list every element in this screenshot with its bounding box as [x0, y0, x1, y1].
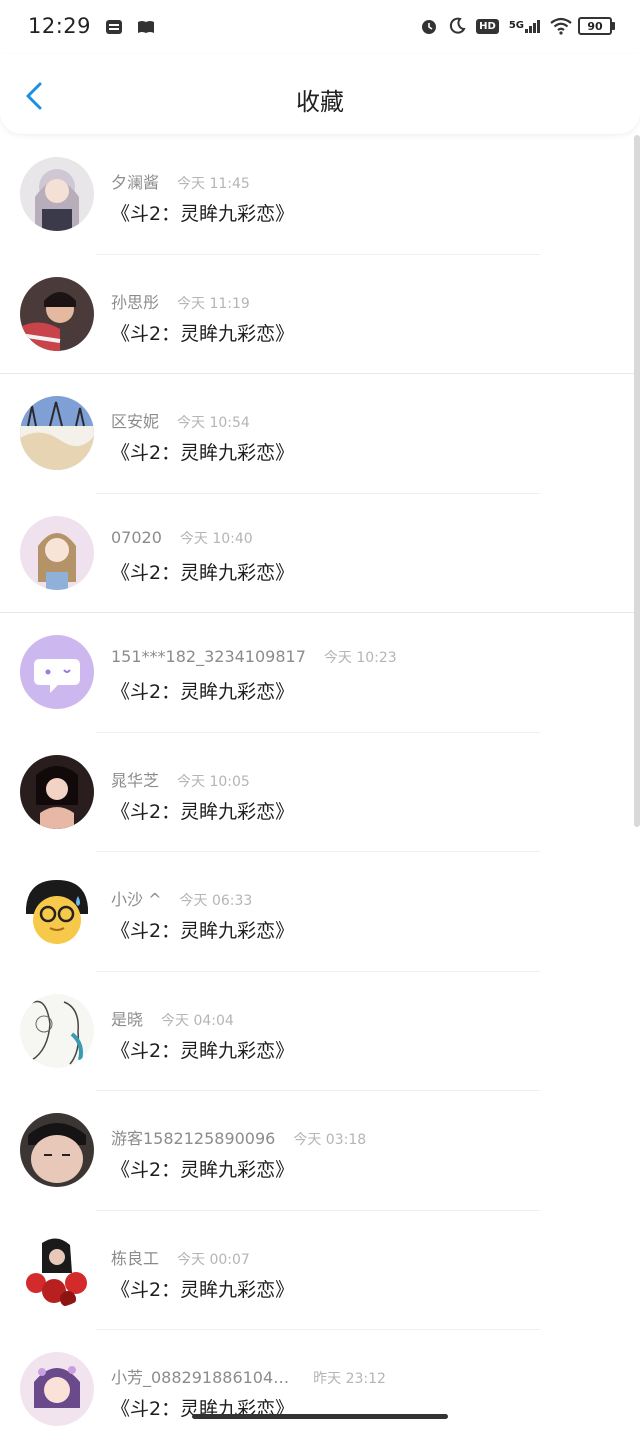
timestamp: 今天 00:07 [177, 1251, 250, 1268]
user-name: 晁华芝 [111, 770, 160, 790]
item-meta: 07020 今天 10:40 [111, 528, 253, 548]
user-name: 07020 [111, 527, 162, 547]
timestamp: 昨天 23:12 [313, 1371, 386, 1387]
timestamp: 今天 10:40 [179, 530, 253, 547]
item-meta: 小芳_088291886104… 昨天 23:12 [111, 1364, 386, 1388]
avatar[interactable] [20, 1352, 94, 1426]
notification-icon [105, 17, 123, 35]
list-item[interactable]: 晁华芝 今天 10:05 《斗2：灵眸九彩恋》 [0, 733, 640, 852]
item-meta: 栋良工 今天 00:07 [111, 1245, 250, 1269]
nav-bar: 收藏 [0, 54, 640, 134]
status-bar: 12:29 HD 5G 90 [0, 0, 640, 52]
wifi-icon [550, 17, 572, 35]
timestamp: 今天 06:33 [179, 893, 253, 909]
avatar[interactable] [20, 874, 94, 948]
alarm-icon [420, 17, 438, 35]
timestamp: 今天 11:19 [177, 295, 250, 312]
avatar[interactable] [20, 1113, 94, 1187]
battery-icon: 90 [578, 17, 615, 35]
user-name: 孙思彤 [111, 292, 160, 312]
user-name: 栋良工 [111, 1248, 160, 1268]
user-name: 是晓 [111, 1009, 144, 1029]
item-content[interactable]: 《斗2：灵眸九彩恋》 [111, 1155, 294, 1182]
avatar[interactable] [20, 157, 94, 231]
item-meta: 晁华芝 今天 10:05 [111, 767, 250, 791]
list-item[interactable]: 游客1582125890096 今天 03:18 《斗2：灵眸九彩恋》 [0, 1091, 640, 1211]
list-item[interactable]: 是晓 今天 04:04 《斗2：灵眸九彩恋》 [0, 972, 640, 1091]
signal-icon: 5G [509, 19, 540, 33]
avatar[interactable] [20, 635, 94, 709]
timestamp: 今天 11:45 [177, 176, 250, 192]
scrollbar[interactable] [634, 135, 640, 827]
list-item[interactable]: 夕澜酱 今天 11:45 《斗2：灵眸九彩恋》 [0, 135, 640, 255]
list-item[interactable]: 07020 今天 10:40 《斗2：灵眸九彩恋》 [0, 494, 640, 613]
list-item[interactable]: 孙思彤 今天 11:19 《斗2：灵眸九彩恋》 [0, 255, 640, 374]
user-name: 夕澜酱 [111, 173, 160, 192]
list-item[interactable]: 栋良工 今天 00:07 《斗2：灵眸九彩恋》 [0, 1211, 640, 1330]
page-title: 收藏 [296, 88, 344, 116]
avatar[interactable] [20, 1232, 94, 1307]
timestamp: 今天 10:23 [323, 650, 397, 666]
timestamp: 今天 04:04 [161, 1012, 234, 1029]
avatar[interactable] [20, 754, 94, 829]
item-content[interactable]: 《斗2：灵眸九彩恋》 [111, 1036, 294, 1063]
item-meta: 是晓 今天 04:04 [111, 1006, 234, 1030]
item-content[interactable]: 《斗2：灵眸九彩恋》 [111, 677, 294, 704]
item-content[interactable]: 《斗2：灵眸九彩恋》 [111, 319, 294, 346]
list-item[interactable]: 小沙 ^ 今天 06:33 《斗2：灵眸九彩恋》 [0, 852, 640, 972]
user-name: 151***182_3234109817 [111, 647, 306, 666]
user-name: 游客1582125890096 [111, 1129, 276, 1148]
item-content[interactable]: 《斗2：灵眸九彩恋》 [111, 1275, 294, 1302]
book-icon [137, 17, 155, 35]
item-meta: 151***182_3234109817 今天 10:23 [111, 647, 397, 667]
item-content[interactable]: 《斗2：灵眸九彩恋》 [111, 199, 294, 226]
avatar[interactable] [20, 515, 94, 590]
list-item[interactable]: 小芳_088291886104… 昨天 23:12 《斗2：灵眸九彩恋》 [0, 1330, 640, 1450]
avatar[interactable] [20, 276, 94, 351]
item-meta: 夕澜酱 今天 11:45 [111, 169, 250, 193]
status-time: 12:29 [28, 14, 92, 38]
hd-icon: HD [476, 18, 499, 34]
user-name: 小芳_088291886104… [111, 1368, 290, 1387]
user-name: 小沙 ^ [111, 890, 162, 909]
item-content[interactable]: 《斗2：灵眸九彩恋》 [111, 797, 294, 824]
list-item[interactable]: 151***182_3234109817 今天 10:23 《斗2：灵眸九彩恋》 [0, 613, 640, 733]
item-content[interactable]: 《斗2：灵眸九彩恋》 [111, 558, 294, 585]
avatar[interactable] [20, 993, 94, 1068]
timestamp: 今天 10:54 [177, 415, 250, 431]
item-meta: 游客1582125890096 今天 03:18 [111, 1125, 366, 1149]
list-item[interactable]: 区安妮 今天 10:54 《斗2：灵眸九彩恋》 [0, 374, 640, 494]
item-meta: 区安妮 今天 10:54 [111, 408, 250, 432]
timestamp: 今天 10:05 [177, 773, 250, 790]
item-meta: 孙思彤 今天 11:19 [111, 289, 250, 313]
moon-icon [448, 17, 466, 35]
avatar[interactable] [20, 396, 94, 470]
item-content[interactable]: 《斗2：灵眸九彩恋》 [111, 438, 294, 465]
item-meta: 小沙 ^ 今天 06:33 [111, 886, 252, 910]
favorites-list: 夕澜酱 今天 11:45 《斗2：灵眸九彩恋》 孙思彤 今天 11:19 《斗2… [0, 135, 640, 1450]
timestamp: 今天 03:18 [293, 1132, 367, 1148]
home-indicator[interactable] [192, 1414, 448, 1419]
item-content[interactable]: 《斗2：灵眸九彩恋》 [111, 916, 294, 943]
user-name: 区安妮 [111, 412, 160, 431]
